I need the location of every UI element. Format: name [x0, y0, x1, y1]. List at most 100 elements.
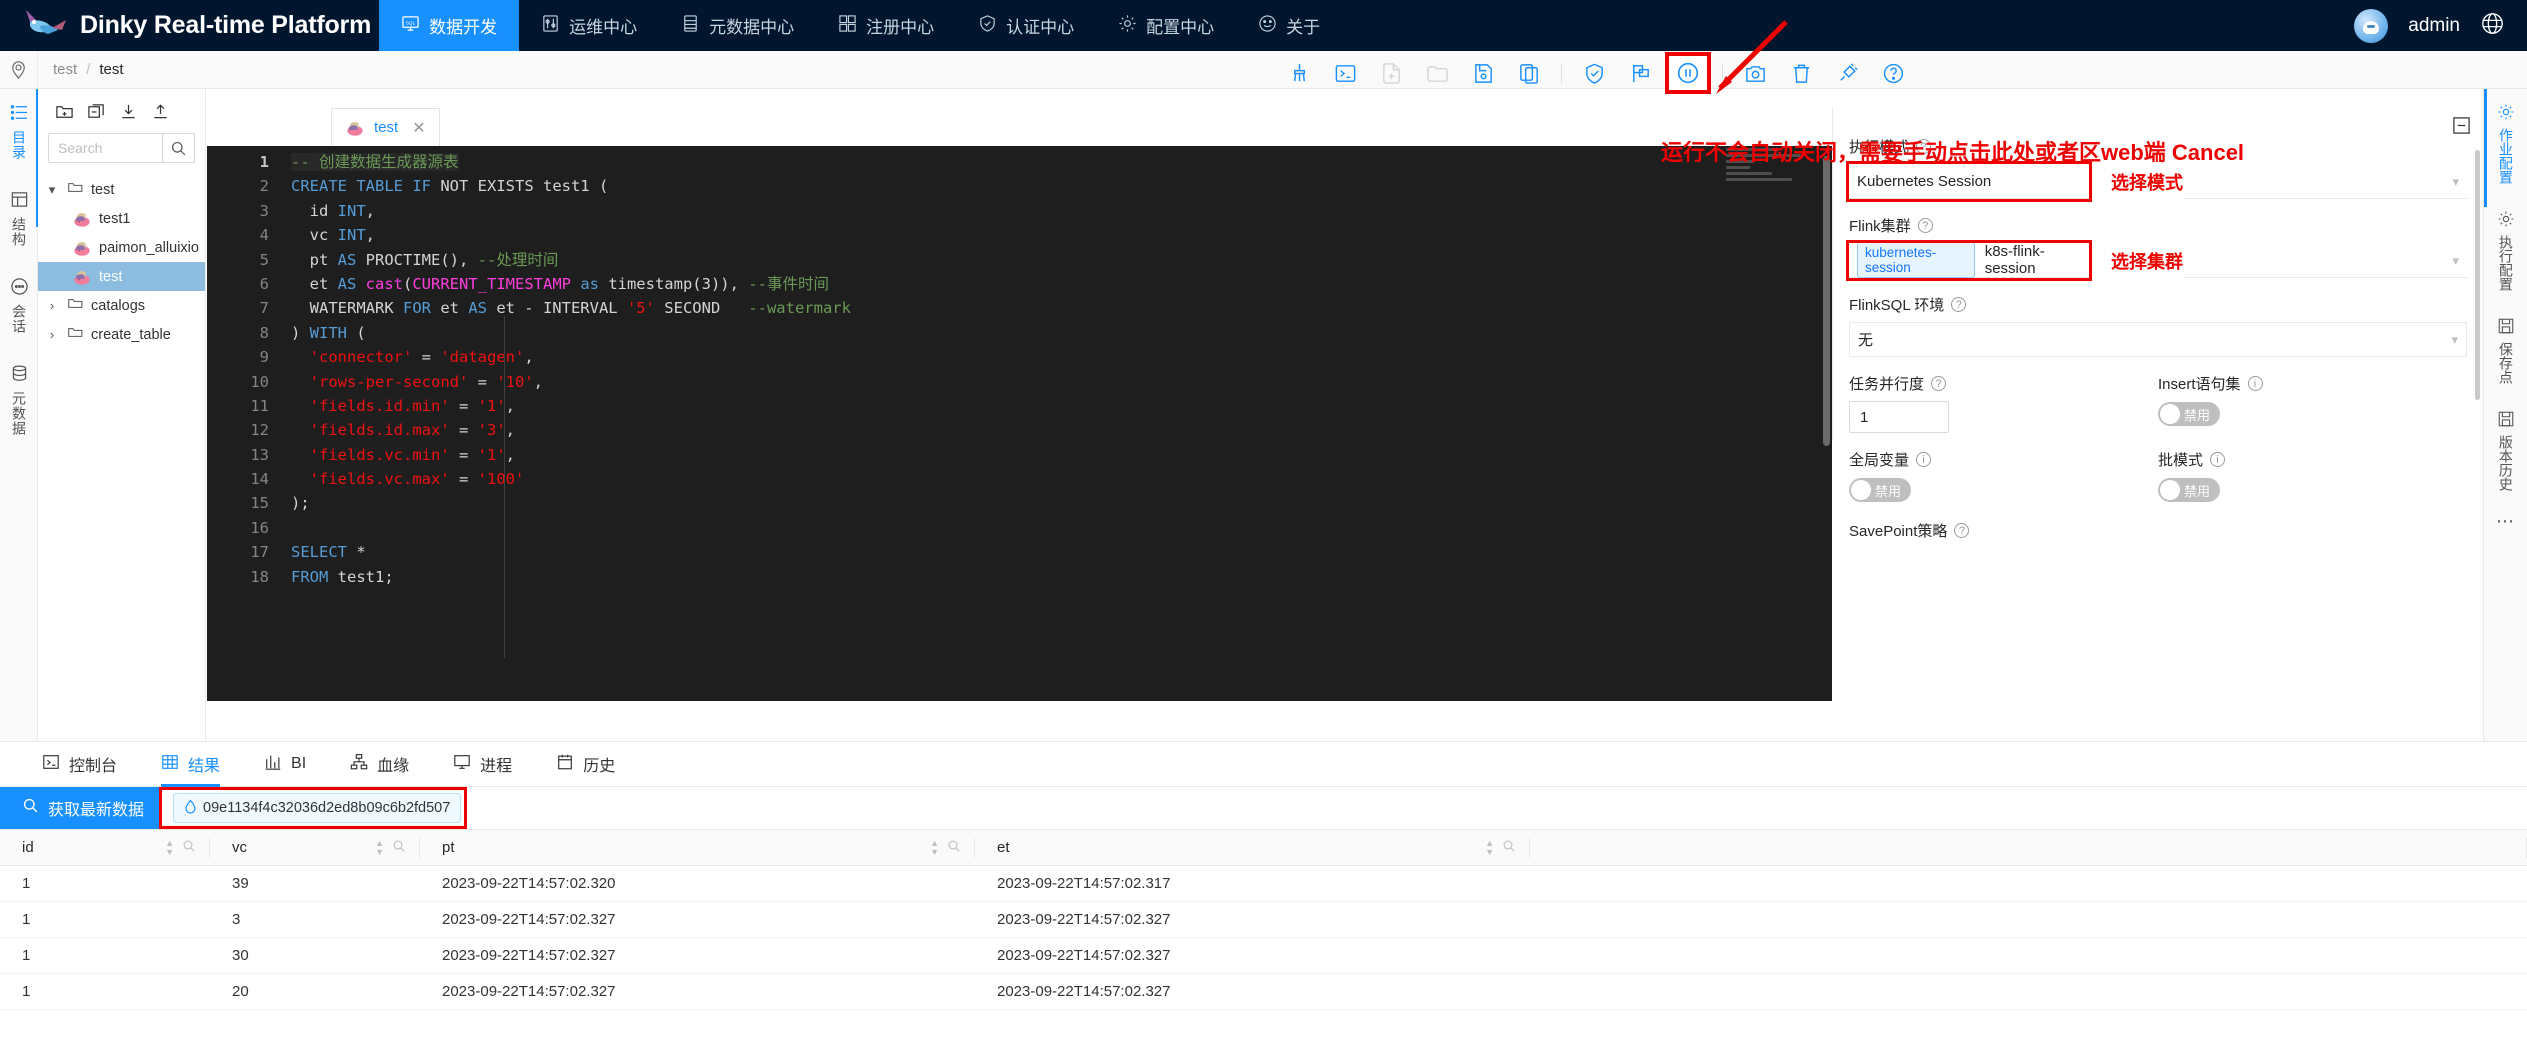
- tab-bi[interactable]: BI: [242, 742, 328, 787]
- flinksql-env-select[interactable]: 无 ▾: [1849, 322, 2467, 357]
- pause-run-icon[interactable]: [1665, 52, 1711, 94]
- breadcrumb-parent[interactable]: test: [53, 61, 77, 78]
- code-line[interactable]: 15);: [207, 491, 1832, 515]
- search-icon[interactable]: [162, 134, 194, 162]
- minimize-icon[interactable]: [2452, 116, 2471, 140]
- sql-code-editor[interactable]: 1 -- 创建数据生成器源表 2 CREATE TABLE IF NOT EXISTS…: [207, 146, 1832, 701]
- code-line[interactable]: 5 pt AS PROCTIME(), --处理时间: [207, 248, 1832, 272]
- chevron-down-icon[interactable]: ▾: [2452, 253, 2459, 269]
- location-pin-icon[interactable]: [0, 51, 38, 88]
- tab-lineage[interactable]: 血缘: [328, 742, 431, 787]
- exec-mode-select[interactable]: Kubernetes Session: [1846, 161, 2092, 202]
- table-row[interactable]: 1 20 2023-09-22T14:57:02.327 2023-09-22T14:…: [0, 974, 2527, 1010]
- new-folder-icon[interactable]: [52, 99, 76, 123]
- insert-stmt-toggle[interactable]: 禁用: [2158, 402, 2220, 426]
- tab-console[interactable]: 控制台: [20, 742, 139, 787]
- column-search-icon[interactable]: [392, 839, 406, 857]
- right-item-version-history[interactable]: 版本历史: [2484, 396, 2527, 503]
- info-icon[interactable]: i: [2247, 376, 2263, 391]
- code-line[interactable]: 14 'fields.vc.max' = '100': [207, 467, 1832, 491]
- open-folder-icon[interactable]: [1420, 58, 1454, 88]
- sidebar-item-session[interactable]: 会话: [0, 263, 38, 350]
- parallelism-input[interactable]: 1: [1849, 401, 1949, 433]
- format-broom-icon[interactable]: [1282, 58, 1316, 88]
- info-icon[interactable]: i: [1916, 452, 1932, 467]
- code-line[interactable]: 4 vc INT,: [207, 223, 1832, 247]
- help-icon[interactable]: ?: [1917, 218, 1933, 233]
- editor-scrollbar[interactable]: [1823, 156, 1830, 446]
- editor-tab-test[interactable]: test ✕: [331, 108, 440, 146]
- global-var-toggle[interactable]: 禁用: [1849, 478, 1911, 502]
- tree-node-task-paimon-alluixio[interactable]: paimon_alluixio: [38, 233, 205, 262]
- config-scrollbar[interactable]: [2475, 150, 2480, 400]
- chevron-down-icon[interactable]: ▾: [2451, 332, 2458, 348]
- table-header-id[interactable]: id ▲ ▼: [0, 830, 210, 865]
- flag-icon[interactable]: [1623, 58, 1657, 88]
- column-search-icon[interactable]: [947, 839, 961, 857]
- help-circle-icon[interactable]: [1876, 58, 1910, 88]
- code-line[interactable]: 8) WITH (: [207, 321, 1832, 345]
- code-line[interactable]: 17 SELECT *: [207, 540, 1832, 564]
- right-item-job-config[interactable]: 作业配置: [2484, 89, 2527, 196]
- right-item-savepoint[interactable]: 保存点: [2484, 303, 2527, 396]
- globe-icon[interactable]: [2480, 11, 2505, 41]
- code-line[interactable]: 11 'fields.id.min' = '1',: [207, 394, 1832, 418]
- download-icon[interactable]: [116, 99, 140, 123]
- nav-item-about[interactable]: 关于: [1236, 0, 1342, 51]
- help-icon[interactable]: ?: [1954, 523, 1970, 538]
- nav-item-config-center[interactable]: 配置中心: [1096, 0, 1236, 51]
- sort-icon[interactable]: ▲ ▼: [165, 838, 174, 856]
- catalog-search[interactable]: [48, 133, 195, 163]
- table-row[interactable]: 1 30 2023-09-22T14:57:02.327 2023-09-22T14:…: [0, 938, 2527, 974]
- upload-icon[interactable]: [148, 99, 172, 123]
- nav-item-auth-center[interactable]: 认证中心: [956, 0, 1096, 51]
- tab-history[interactable]: 历史: [534, 742, 637, 787]
- table-row[interactable]: 1 3 2023-09-22T14:57:02.327 2023-09-22T14:5…: [0, 902, 2527, 938]
- close-icon[interactable]: ✕: [412, 118, 425, 138]
- breadcrumb-current[interactable]: test: [99, 61, 123, 78]
- code-line[interactable]: 9 'connector' = 'datagen',: [207, 345, 1832, 369]
- code-line[interactable]: 16: [207, 516, 1832, 540]
- nav-item-ops-center[interactable]: 运维中心: [519, 0, 659, 51]
- code-line[interactable]: 1 -- 创建数据生成器源表: [207, 150, 1832, 174]
- info-icon[interactable]: i: [2210, 452, 2226, 467]
- column-search-icon[interactable]: [182, 839, 196, 857]
- right-item-exec-config[interactable]: 执行配置: [2484, 196, 2527, 303]
- code-line[interactable]: 7 WATERMARK FOR et AS et - INTERVAL '5' …: [207, 296, 1832, 320]
- chevron-right-icon[interactable]: ›: [44, 327, 60, 342]
- chevron-right-icon[interactable]: ›: [44, 298, 60, 313]
- chevron-down-icon[interactable]: ▾: [2452, 174, 2459, 190]
- check-shield-icon[interactable]: [1577, 58, 1611, 88]
- code-line[interactable]: 18 FROM test1;: [207, 565, 1832, 589]
- table-header-pt[interactable]: pt ▲ ▼: [420, 830, 975, 865]
- get-latest-data-button[interactable]: 获取最新数据: [0, 787, 163, 829]
- help-icon[interactable]: ?: [1951, 297, 1967, 312]
- nav-item-metadata-center[interactable]: 元数据中心: [659, 0, 816, 51]
- table-row[interactable]: 1 39 2023-09-22T14:57:02.320 2023-09-22T14:…: [0, 866, 2527, 902]
- job-id-chip[interactable]: 09e1134f4c32036d2ed8b09c6b2fd507: [173, 793, 462, 823]
- tree-node-task-test-selected[interactable]: test: [38, 262, 205, 291]
- help-icon[interactable]: ?: [1931, 376, 1947, 391]
- sidebar-item-catalog[interactable]: 目录: [0, 89, 38, 176]
- tree-node-folder-test[interactable]: ▾ test: [38, 175, 205, 204]
- flink-cluster-select[interactable]: kubernetes-session k8s-flink-session: [1846, 240, 2092, 281]
- username-label[interactable]: admin: [2408, 15, 2460, 37]
- sort-icon[interactable]: ▲ ▼: [375, 838, 384, 856]
- tree-node-folder-catalogs[interactable]: › catalogs: [38, 291, 205, 320]
- tab-result[interactable]: 结果: [139, 742, 242, 787]
- save-icon[interactable]: [1466, 58, 1500, 88]
- new-file-icon[interactable]: [1374, 58, 1408, 88]
- column-search-icon[interactable]: [1502, 839, 1516, 857]
- chevron-down-icon[interactable]: ▾: [44, 182, 60, 198]
- collapse-all-icon[interactable]: [84, 99, 108, 123]
- code-line[interactable]: 3 id INT,: [207, 199, 1832, 223]
- batch-mode-toggle[interactable]: 禁用: [2158, 478, 2220, 502]
- table-header-et[interactable]: et ▲ ▼: [975, 830, 1530, 865]
- table-header-vc[interactable]: vc ▲ ▼: [210, 830, 420, 865]
- code-content[interactable]: 1 -- 创建数据生成器源表 2 CREATE TABLE IF NOT EXISTS…: [207, 146, 1832, 589]
- tab-process[interactable]: 进程: [431, 742, 534, 787]
- right-item-more[interactable]: ⋯: [2484, 503, 2527, 537]
- avatar[interactable]: [2354, 8, 2389, 43]
- tree-node-folder-create-table[interactable]: › create_table: [38, 320, 205, 349]
- search-input[interactable]: [49, 134, 162, 162]
